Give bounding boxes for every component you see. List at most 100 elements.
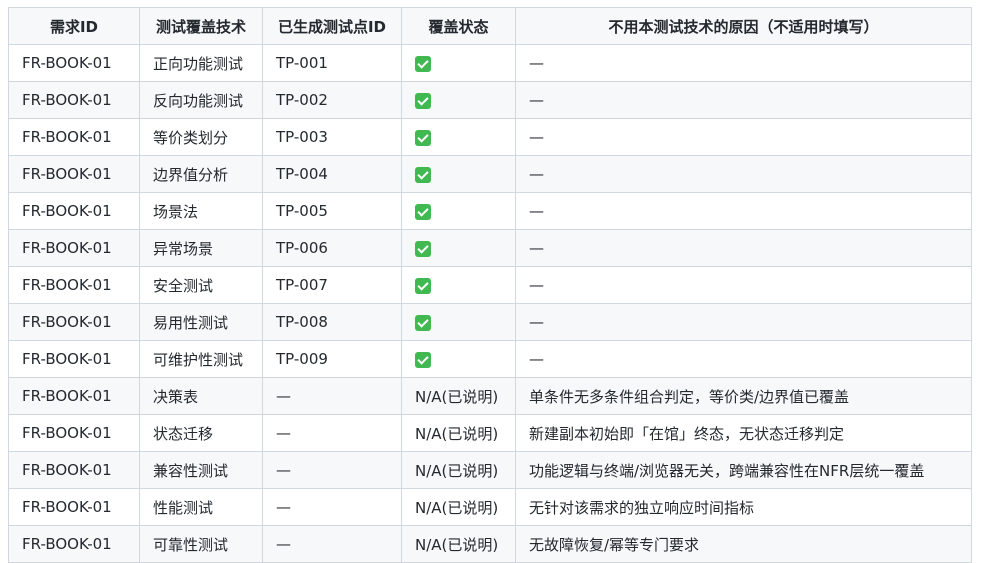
cell-req-id: FR-BOOK-01 [8,266,140,304]
header-coverage-status: 覆盖状态 [401,7,516,45]
coverage-table-container: 需求ID 测试覆盖技术 已生成测试点ID 覆盖状态 不用本测试技术的原因（不适用… [8,7,972,563]
cell-reason: 新建副本初始即「在馆」终态，无状态迁移判定 [515,414,972,452]
check-mark-icon [415,203,431,220]
cell-coverage-status [401,192,516,230]
cell-reason: — [515,81,972,119]
cell-coverage-status [401,229,516,267]
cell-coverage-status: N/A(已说明) [401,377,516,415]
table-row: FR-BOOK-01 场景法 TP-005 — [8,192,972,230]
cell-test-point-id: TP-006 [262,229,402,267]
cell-reason: 功能逻辑与终端/浏览器无关，跨端兼容性在NFR层统一覆盖 [515,451,972,489]
cell-technique: 边界值分析 [139,155,263,193]
header-technique: 测试覆盖技术 [139,7,263,45]
table-row: FR-BOOK-01 性能测试 — N/A(已说明) 无针对该需求的独立响应时间指标 [8,488,972,526]
cell-req-id: FR-BOOK-01 [8,525,140,563]
cell-coverage-status [401,303,516,341]
cell-test-point-id: TP-001 [262,44,402,82]
cell-req-id: FR-BOOK-01 [8,155,140,193]
cell-test-point-id: — [262,377,402,415]
table-row: FR-BOOK-01 正向功能测试 TP-001 — [8,44,972,82]
cell-req-id: FR-BOOK-01 [8,377,140,415]
cell-reason: — [515,303,972,341]
cell-test-point-id: TP-005 [262,192,402,230]
table-row: FR-BOOK-01 反向功能测试 TP-002 — [8,81,972,119]
cell-test-point-id: TP-007 [262,266,402,304]
cell-reason: 无故障恢复/幂等专门要求 [515,525,972,563]
table-header: 需求ID 测试覆盖技术 已生成测试点ID 覆盖状态 不用本测试技术的原因（不适用… [8,7,972,45]
table-row: FR-BOOK-01 决策表 — N/A(已说明) 单条件无多条件组合判定，等价类/边界… [8,377,972,415]
cell-reason: — [515,229,972,267]
cell-technique: 决策表 [139,377,263,415]
table-row: FR-BOOK-01 兼容性测试 — N/A(已说明) 功能逻辑与终端/浏览器无关，跨端… [8,451,972,489]
cell-technique: 反向功能测试 [139,81,263,119]
cell-coverage-status: N/A(已说明) [401,414,516,452]
cell-technique: 异常场景 [139,229,263,267]
cell-reason: — [515,155,972,193]
cell-reason: 无针对该需求的独立响应时间指标 [515,488,972,526]
cell-test-point-id: — [262,488,402,526]
cell-reason: — [515,266,972,304]
cell-technique: 兼容性测试 [139,451,263,489]
cell-coverage-status: N/A(已说明) [401,451,516,489]
check-mark-icon [415,55,431,72]
cell-req-id: FR-BOOK-01 [8,488,140,526]
table-row: FR-BOOK-01 安全测试 TP-007 — [8,266,972,304]
cell-reason: 单条件无多条件组合判定，等价类/边界值已覆盖 [515,377,972,415]
cell-reason: — [515,192,972,230]
cell-test-point-id: TP-009 [262,340,402,378]
cell-technique: 易用性测试 [139,303,263,341]
table-row: FR-BOOK-01 易用性测试 TP-008 — [8,303,972,341]
table-row: FR-BOOK-01 异常场景 TP-006 — [8,229,972,267]
cell-coverage-status [401,81,516,119]
check-mark-icon [415,314,431,331]
cell-req-id: FR-BOOK-01 [8,229,140,267]
header-req-id: 需求ID [8,7,140,45]
check-mark-icon [415,351,431,368]
cell-technique: 性能测试 [139,488,263,526]
table-row: FR-BOOK-01 等价类划分 TP-003 — [8,118,972,156]
table-row: FR-BOOK-01 状态迁移 — N/A(已说明) 新建副本初始即「在馆」终态，无状态… [8,414,972,452]
cell-req-id: FR-BOOK-01 [8,44,140,82]
check-mark-icon [415,129,431,146]
cell-technique: 正向功能测试 [139,44,263,82]
cell-technique: 可维护性测试 [139,340,263,378]
cell-coverage-status [401,44,516,82]
cell-req-id: FR-BOOK-01 [8,414,140,452]
cell-test-point-id: — [262,451,402,489]
cell-reason: — [515,340,972,378]
cell-req-id: FR-BOOK-01 [8,192,140,230]
cell-technique: 可靠性测试 [139,525,263,563]
table-body: FR-BOOK-01 正向功能测试 TP-001— FR-BOOK-01 反向功能测试 T… [8,44,972,563]
cell-coverage-status: N/A(已说明) [401,525,516,563]
cell-test-point-id: TP-003 [262,118,402,156]
cell-test-point-id: TP-008 [262,303,402,341]
cell-test-point-id: — [262,525,402,563]
cell-reason: — [515,44,972,82]
cell-coverage-status [401,118,516,156]
cell-req-id: FR-BOOK-01 [8,303,140,341]
cell-reason: — [515,118,972,156]
cell-req-id: FR-BOOK-01 [8,118,140,156]
check-mark-icon [415,240,431,257]
cell-coverage-status [401,155,516,193]
header-reason: 不用本测试技术的原因（不适用时填写） [515,7,972,45]
table-row: FR-BOOK-01 可维护性测试 TP-009 — [8,340,972,378]
cell-req-id: FR-BOOK-01 [8,81,140,119]
cell-test-point-id: TP-002 [262,81,402,119]
check-mark-icon [415,92,431,109]
cell-req-id: FR-BOOK-01 [8,451,140,489]
cell-technique: 等价类划分 [139,118,263,156]
cell-technique: 场景法 [139,192,263,230]
table-row: FR-BOOK-01 可靠性测试 — N/A(已说明) 无故障恢复/幂等专门要求 [8,525,972,563]
cell-req-id: FR-BOOK-01 [8,340,140,378]
cell-technique: 安全测试 [139,266,263,304]
check-mark-icon [415,166,431,183]
cell-coverage-status [401,266,516,304]
cell-test-point-id: TP-004 [262,155,402,193]
cell-test-point-id: — [262,414,402,452]
header-test-point-id: 已生成测试点ID [262,7,402,45]
header-row: 需求ID 测试覆盖技术 已生成测试点ID 覆盖状态 不用本测试技术的原因（不适用… [8,7,972,45]
coverage-table: 需求ID 测试覆盖技术 已生成测试点ID 覆盖状态 不用本测试技术的原因（不适用… [8,7,972,563]
table-row: FR-BOOK-01 边界值分析 TP-004 — [8,155,972,193]
check-mark-icon [415,277,431,294]
